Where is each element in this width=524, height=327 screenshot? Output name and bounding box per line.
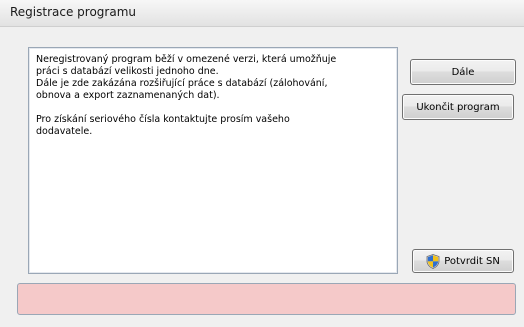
window-title: Registrace programu xyxy=(10,5,136,19)
confirm-serial-button[interactable]: Potvrdit SN xyxy=(412,249,514,273)
message-box: Neregistrovaný program běží v omezené ve… xyxy=(28,47,398,274)
confirm-serial-button-label: Potvrdit SN xyxy=(444,255,500,267)
message-line: Neregistrovaný program běží v omezené ve… xyxy=(36,54,337,65)
uac-shield-icon xyxy=(426,253,440,269)
message-line: dodavatele. xyxy=(36,126,93,137)
message-line: Dále je zde zakázána rozšiřující práce s… xyxy=(36,78,328,89)
title-bar[interactable]: Registrace programu xyxy=(0,0,524,27)
message-line: práci s databází velikosti jednoho dne. xyxy=(36,66,219,77)
exit-program-button-label: Ukončit program xyxy=(416,101,500,113)
message-line: obnova a export zaznamenaných dat). xyxy=(36,90,220,101)
registration-dialog: Registrace programu Neregistrovaný progr… xyxy=(0,0,524,327)
next-button-label: Dále xyxy=(451,66,475,78)
exit-program-button[interactable]: Ukončit program xyxy=(402,94,514,120)
status-bar xyxy=(17,283,516,315)
message-line: Pro získání seriového čísla kontaktujte … xyxy=(36,114,290,125)
next-button[interactable]: Dále xyxy=(410,59,516,85)
